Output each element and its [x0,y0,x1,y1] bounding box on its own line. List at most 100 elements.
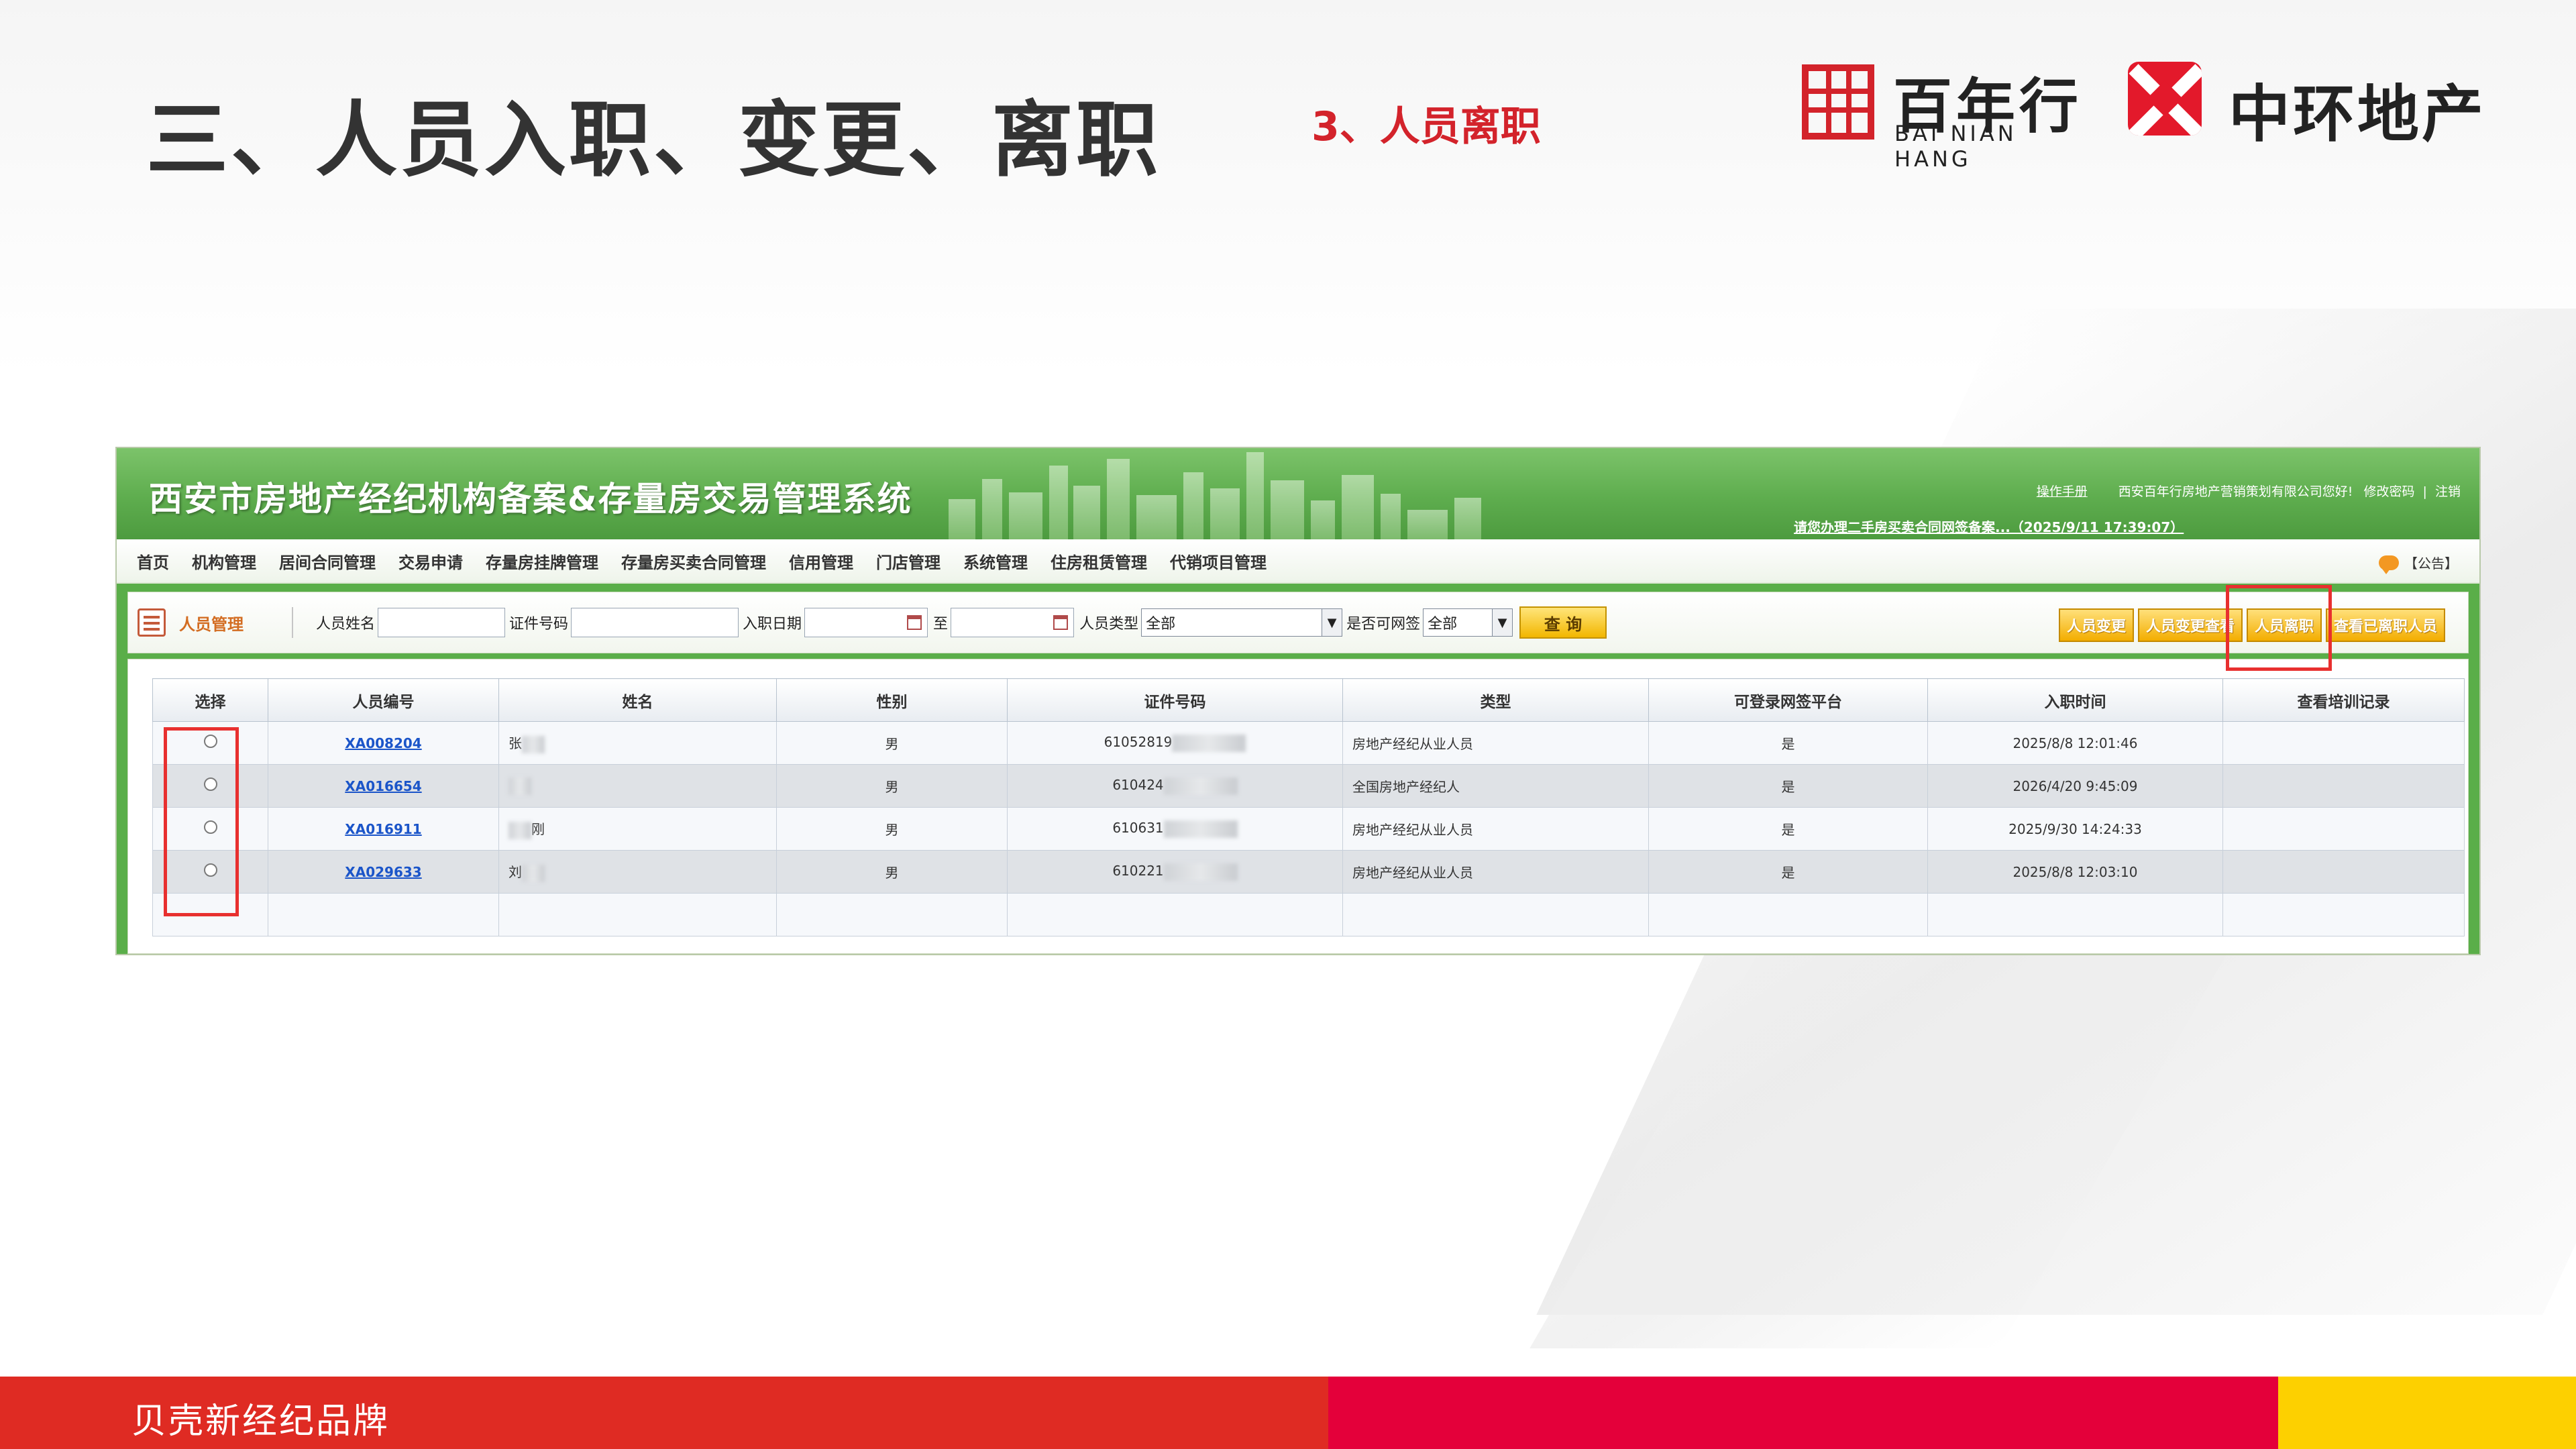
date-to-label: 至 [933,616,949,633]
header-training: 查看培训记录 [2222,678,2465,722]
view-resigned-button[interactable]: 查看已离职人员 [2325,608,2445,642]
id-cell: 61052819 [1007,721,1343,765]
city-skyline-icon [922,448,1525,539]
table-header-row: 选择 人员编号 姓名 性别 证件号码 类型 可登录网签平台 入职时间 查看培训记… [152,678,2465,722]
nav-system-management[interactable]: 系统管理 [963,549,1028,573]
top-links: 操作手册 西安百年行房地产营销策划有限公司您好! 修改密码 | 注销 [2037,482,2461,500]
can-login-cell: 是 [1648,764,1928,808]
id-input[interactable] [571,608,739,637]
person-id: 61052819 [1104,734,1173,751]
person-code-link[interactable]: XA016654 [345,778,421,794]
type-select[interactable]: 全部 ▼ [1141,608,1343,637]
table-row[interactable]: XA008204 张 男 61052819 房地产经纪从业人员 是 2025/8… [152,721,2465,765]
can-login-cell: 是 [1648,721,1928,765]
person-code-link[interactable]: XA029633 [345,864,421,880]
notice-link[interactable]: 【公告】 [2379,553,2458,574]
table-row[interactable]: XA016654 男 610424 全国房地产经纪人 是 2026/4/20 9… [152,764,2465,808]
notice-label: 【公告】 [2404,555,2458,572]
table-row[interactable]: XA029633 刘 男 610221 房地产经纪从业人员 是 2025/8/8… [152,850,2465,894]
person-resign-button[interactable]: 人员离职 [2246,608,2322,642]
redacted-mask [522,735,545,753]
hire-date-cell: 2025/8/8 12:01:46 [1927,721,2223,765]
row-select-radio[interactable] [203,820,217,834]
training-cell [2222,850,2465,894]
redacted-mask [508,777,531,795]
nav-listing-management[interactable]: 存量房挂牌管理 [486,549,598,573]
nav-sale-contract[interactable]: 存量房买卖合同管理 [621,549,766,573]
redacted-mask [508,821,531,839]
type-cell: 房地产经纪从业人员 [1342,850,1649,894]
row-select-radio[interactable] [203,863,217,877]
nav-credit-management[interactable]: 信用管理 [789,549,853,573]
logout-link[interactable]: 注销 [2435,484,2461,499]
nav-consignment-project[interactable]: 代销项目管理 [1170,549,1267,573]
row-select-radio[interactable] [203,777,217,791]
chevron-down-icon: ▼ [1322,609,1342,636]
action-buttons: 人员变更 人员变更查看 人员离职 查看已离职人员 [2055,608,2445,642]
table-row[interactable]: XA016911 刚 男 610631 房地产经纪从业人员 是 2025/9/3… [152,807,2465,851]
redacted-mask [1172,734,1246,752]
chevron-down-icon: ▼ [1492,609,1513,636]
nav-store-management[interactable]: 门店管理 [876,549,941,573]
content-area: 人员管理 人员姓名 证件号码 入职日期 至 人员类型 全部 ▼ 是否可网签 全部… [117,584,2479,954]
calendar-icon[interactable] [907,615,922,630]
redacted-mask [522,864,545,882]
end-date-input[interactable] [951,608,1075,637]
footer-brand-text: 贝壳新经纪品牌 [131,1401,390,1442]
calendar-icon[interactable] [1053,615,1069,630]
redacted-mask [1163,863,1238,881]
footer-band-crimson [1328,1377,2278,1449]
app-title: 西安市房地产经纪机构备案&存量房交易管理系统 [149,480,912,519]
name-input[interactable] [378,608,506,637]
header-name: 姓名 [498,678,777,722]
zhonghuan-logo: 中环地产 [2128,62,2504,150]
bainianhang-logo-pinyin: BAI NIAN HANG [1894,121,2017,172]
manual-link[interactable]: 操作手册 [2037,484,2088,499]
app-banner: 西安市房地产经纪机构备案&存量房交易管理系统 操作手册 西安百年行房地产营销策划… [117,448,2479,539]
start-date-input[interactable] [804,608,928,637]
name-label: 人员姓名 [316,616,376,633]
marquee-notice[interactable]: 请您办理二手房买卖合同网签备案...（2025/9/11 17:39:07） [1794,517,2184,536]
gender-cell: 男 [776,764,1008,808]
code-cell: XA016911 [268,807,499,851]
link-separator: | [2422,484,2427,499]
notice-bubble-icon [2379,555,2399,574]
change-password-link[interactable]: 修改密码 [2363,484,2414,499]
greeting-text: 西安百年行房地产营销策划有限公司您好! [2118,484,2353,499]
person-code-link[interactable]: XA008204 [345,735,421,751]
header-id: 证件号码 [1007,678,1343,722]
date-label: 入职日期 [743,616,802,633]
nav-brokerage-contract[interactable]: 居间合同管理 [279,549,376,573]
header-code: 人员编号 [268,678,499,722]
person-code-link[interactable]: XA016911 [345,821,421,837]
training-cell [2222,807,2465,851]
name-cell: 刘 [498,850,777,894]
nav-rental-management[interactable]: 住房租赁管理 [1051,549,1147,573]
select-cell [152,764,268,808]
sign-select[interactable]: 全部 ▼ [1423,608,1513,637]
personnel-table: 选择 人员编号 姓名 性别 证件号码 类型 可登录网签平台 入职时间 查看培训记… [152,678,2465,936]
nav-transaction-apply[interactable]: 交易申请 [398,549,463,573]
header-can-login: 可登录网签平台 [1648,678,1928,722]
person-name: 张 [508,735,522,752]
bainianhang-logo: 百年行 BAI NIAN HANG [1802,64,2090,172]
id-cell: 610221 [1007,850,1343,894]
person-change-button[interactable]: 人员变更 [2058,608,2134,642]
code-cell: XA008204 [268,721,499,765]
name-cell: 刚 [498,807,777,851]
type-cell: 全国房地产经纪人 [1342,764,1649,808]
query-button[interactable]: 查 询 [1519,606,1607,639]
code-cell: XA016654 [268,764,499,808]
select-cell [152,807,268,851]
header-gender: 性别 [776,678,1008,722]
module-list-icon [138,608,166,637]
id-label: 证件号码 [509,616,569,633]
person-id: 610631 [1112,820,1164,837]
nav-org-management[interactable]: 机构管理 [192,549,256,573]
person-change-view-button[interactable]: 人员变更查看 [2137,608,2243,642]
nav-home[interactable]: 首页 [137,549,169,573]
select-cell [152,721,268,765]
toolbar-divider [292,607,293,638]
gender-cell: 男 [776,807,1008,851]
row-select-radio[interactable] [203,735,217,748]
